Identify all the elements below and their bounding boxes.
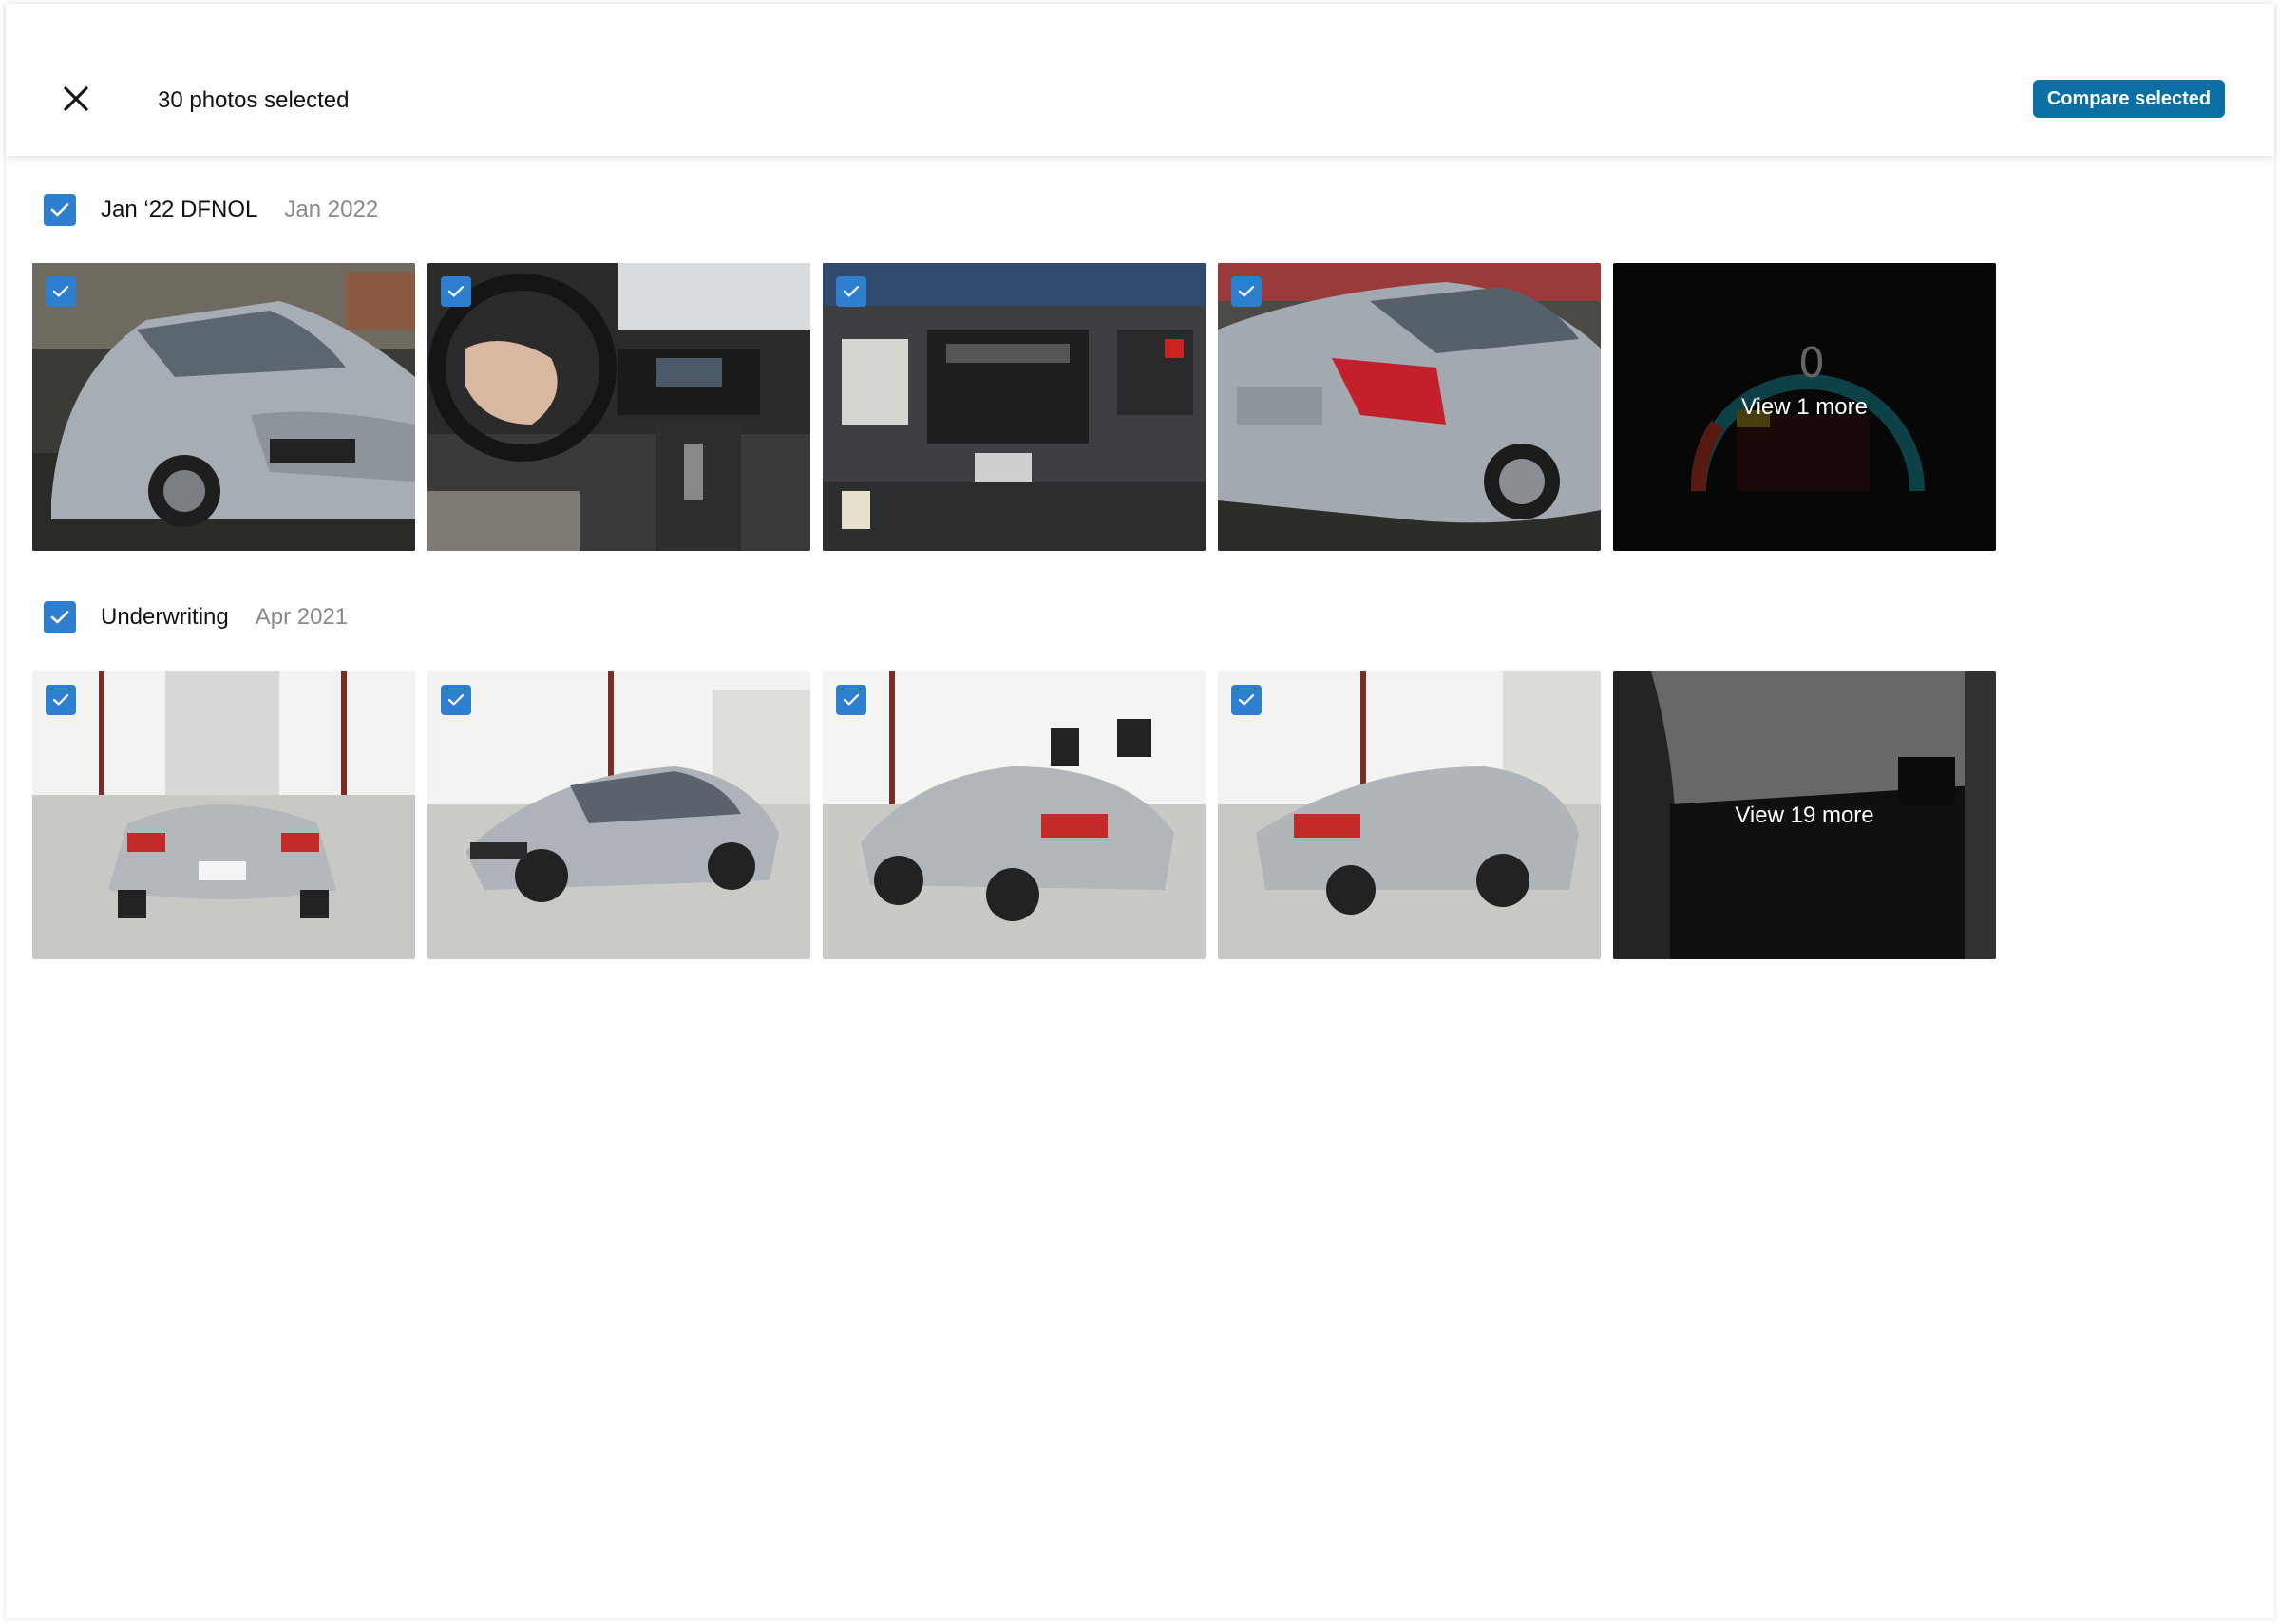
group-date: Apr 2021 bbox=[255, 604, 349, 630]
group-checkbox-dfnol[interactable] bbox=[44, 194, 76, 226]
photo-checkbox[interactable] bbox=[441, 276, 471, 307]
car-photo bbox=[823, 263, 1206, 551]
checkmark-icon bbox=[50, 611, 69, 624]
photo-checkbox[interactable] bbox=[1231, 276, 1262, 307]
photo-checkbox[interactable] bbox=[46, 276, 76, 307]
checkmark-icon bbox=[52, 286, 69, 297]
group-title: Underwriting bbox=[101, 604, 229, 630]
photo-checkbox[interactable] bbox=[46, 685, 76, 715]
car-photo bbox=[1218, 671, 1601, 959]
view-more-label: View 1 more bbox=[1613, 263, 1996, 551]
checkmark-icon bbox=[52, 694, 69, 706]
checkmark-icon bbox=[447, 286, 465, 297]
photo-tile-rear-three-quarter-right[interactable] bbox=[1218, 671, 1601, 959]
car-photo bbox=[428, 671, 810, 959]
photo-grid-underwriting: View 19 more bbox=[32, 671, 1996, 959]
selection-toolbar: 30 photos selected Compare selected bbox=[6, 4, 2274, 156]
car-photo bbox=[32, 263, 415, 551]
photo-checkbox[interactable] bbox=[441, 685, 471, 715]
group-date: Jan 2022 bbox=[284, 197, 379, 222]
view-more-label: View 19 more bbox=[1613, 671, 1996, 959]
photo-grid-dfnol: 0 View 1 more bbox=[32, 263, 1996, 551]
car-photo bbox=[1218, 263, 1601, 551]
selection-count: 30 photos selected bbox=[158, 87, 350, 113]
checkmark-icon bbox=[843, 286, 860, 297]
checkmark-icon bbox=[843, 694, 860, 706]
car-photo bbox=[32, 671, 415, 959]
close-button[interactable] bbox=[57, 80, 95, 118]
view-more-tile-underwriting[interactable]: View 19 more bbox=[1613, 671, 1996, 959]
photo-tile-front-damage[interactable] bbox=[32, 263, 415, 551]
checkmark-icon bbox=[1238, 694, 1255, 706]
photo-tile-interior-airbag[interactable] bbox=[428, 263, 810, 551]
photo-tile-engine-bay[interactable] bbox=[823, 263, 1206, 551]
photo-selection-panel: 30 photos selected Compare selected Jan … bbox=[6, 4, 2274, 1618]
group-header-underwriting: Underwriting Apr 2021 bbox=[44, 600, 348, 634]
checkmark-icon bbox=[1238, 286, 1255, 297]
car-photo bbox=[428, 263, 810, 551]
checkmark-icon bbox=[50, 203, 69, 217]
car-photo bbox=[823, 671, 1206, 959]
photo-checkbox[interactable] bbox=[836, 685, 866, 715]
photo-checkbox[interactable] bbox=[836, 276, 866, 307]
photo-tile-rear-studio[interactable] bbox=[32, 671, 415, 959]
photo-tile-rear-quarter[interactable] bbox=[1218, 263, 1601, 551]
compare-selected-button[interactable]: Compare selected bbox=[2033, 80, 2225, 118]
photo-checkbox[interactable] bbox=[1231, 685, 1262, 715]
checkmark-icon bbox=[447, 694, 465, 706]
group-title: Jan ‘22 DFNOL bbox=[101, 197, 258, 222]
view-more-tile-dfnol[interactable]: 0 View 1 more bbox=[1613, 263, 1996, 551]
photo-tile-front-three-quarter[interactable] bbox=[428, 671, 810, 959]
group-header-dfnol: Jan ‘22 DFNOL Jan 2022 bbox=[44, 193, 378, 227]
group-checkbox-underwriting[interactable] bbox=[44, 601, 76, 633]
close-icon bbox=[64, 86, 88, 111]
photo-tile-rear-three-quarter-left[interactable] bbox=[823, 671, 1206, 959]
